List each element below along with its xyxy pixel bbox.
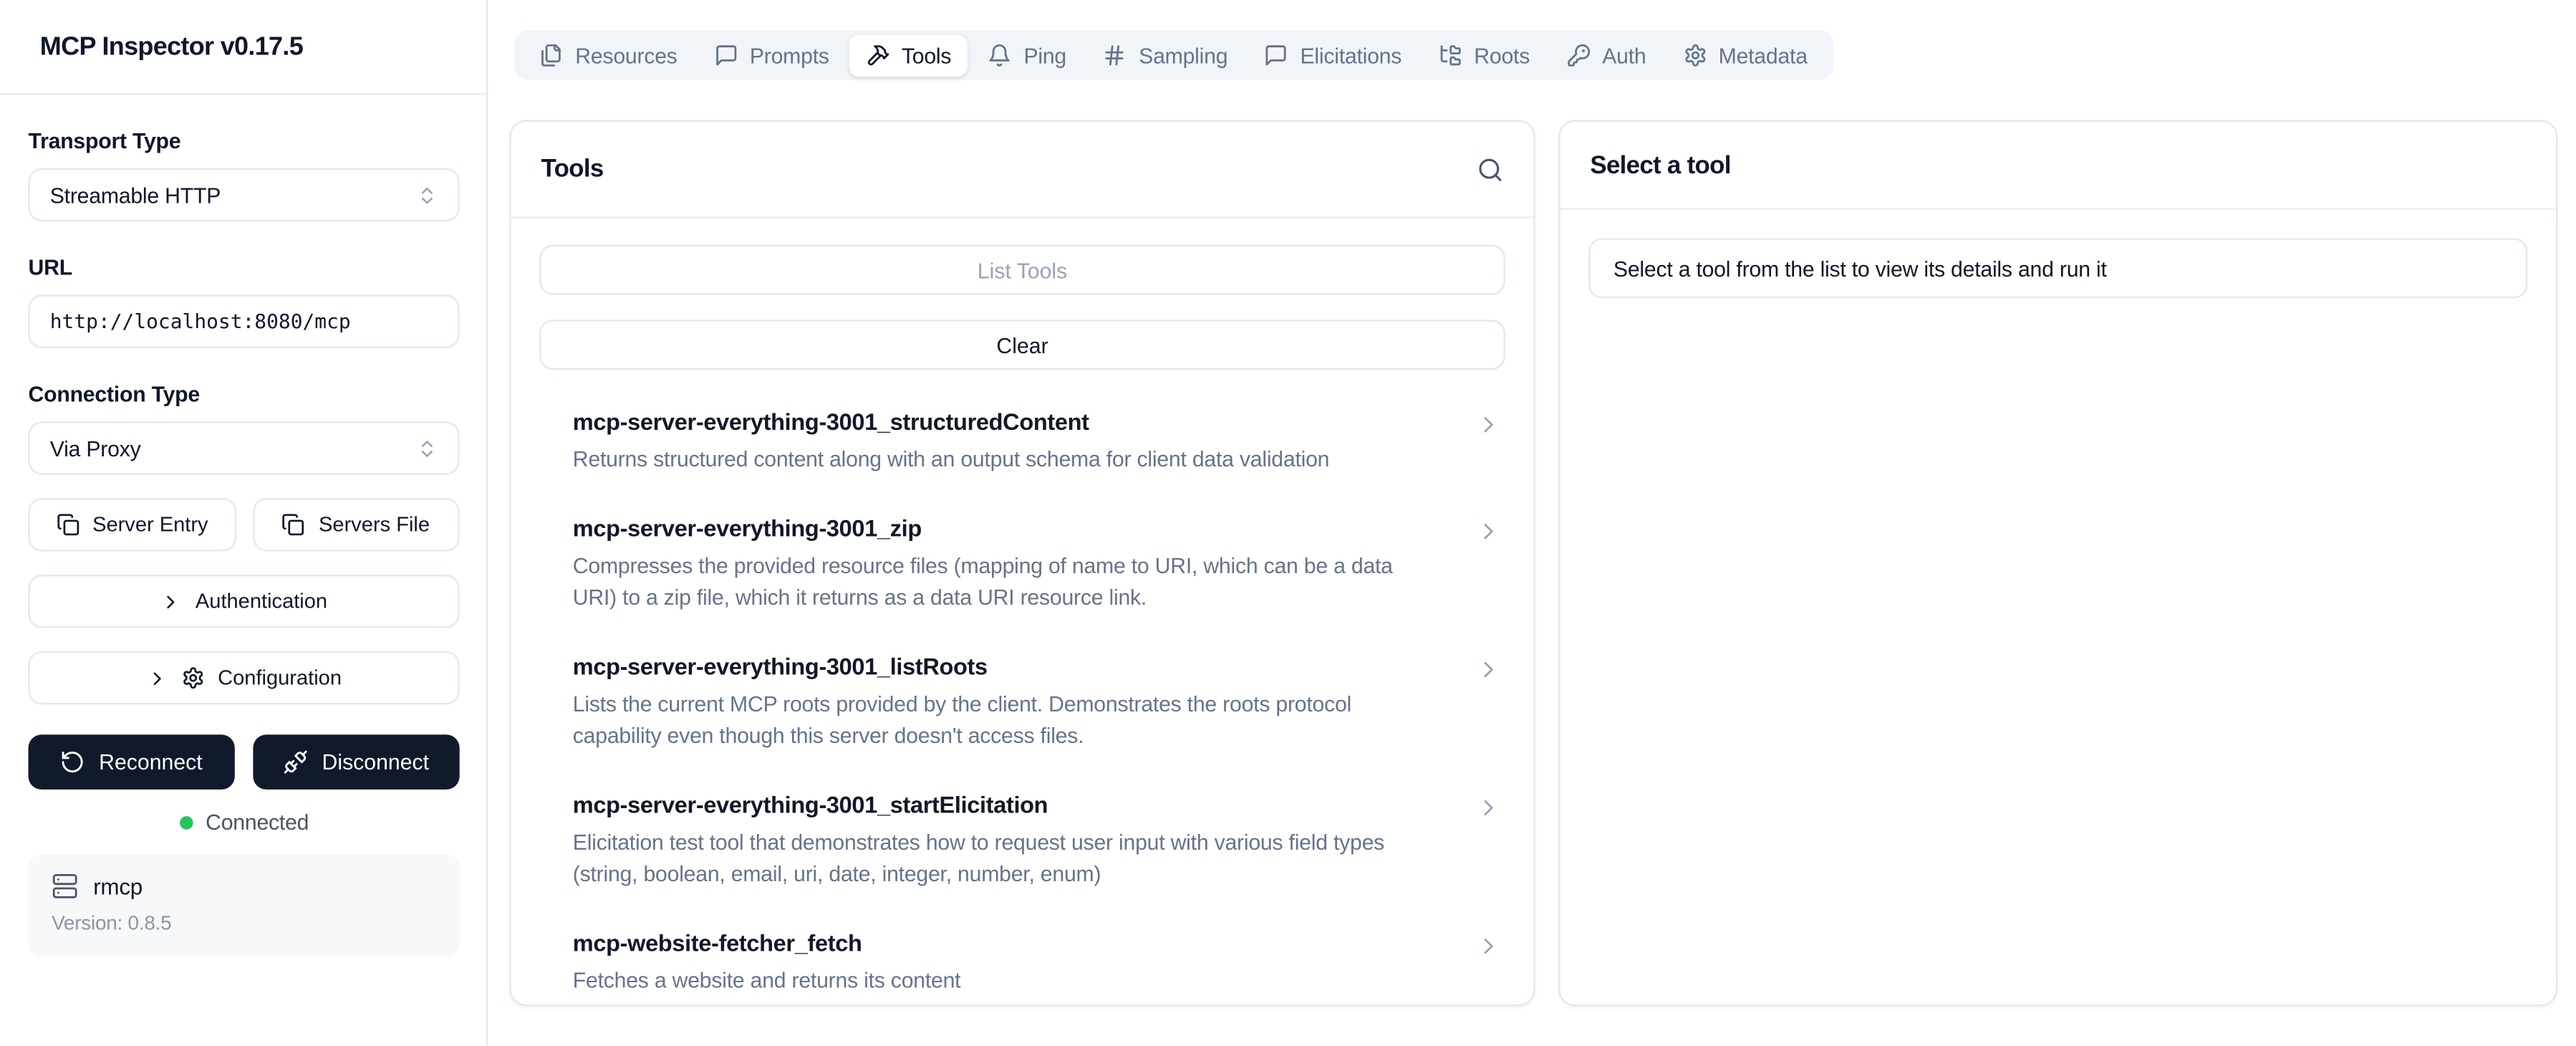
chevron-right-icon [146,667,168,688]
connection-status: Connected [29,810,460,835]
transport-type-label: Transport Type [29,128,460,153]
connection-buttons-row: Reconnect Disconnect [29,734,460,790]
servers-file-button[interactable]: Servers File [252,498,459,551]
app-root: MCP Inspector v0.17.5 Transport Type Str… [0,0,2576,1046]
tab-roots[interactable]: Roots [1422,35,1546,75]
url-label: URL [29,255,460,280]
hash-icon [1103,43,1127,67]
sidebar: MCP Inspector v0.17.5 Transport Type Str… [0,0,488,1046]
server-icon [52,873,78,899]
clear-button[interactable]: Clear [539,320,1505,370]
url-input[interactable] [29,295,460,348]
search-icon[interactable] [1477,155,1503,182]
tab-ping[interactable]: Ping [971,35,1083,75]
chevron-right-icon [1475,933,1502,959]
tab-tools[interactable]: Tools [849,34,968,76]
tab-metadata[interactable]: Metadata [1666,35,1824,75]
app-title: MCP Inspector v0.17.5 [40,34,303,64]
tool-detail-body: Select a tool from the list to view its … [1560,210,2556,327]
tool-name: mcp-server-everything-3001_startElicitat… [573,791,1429,817]
chevron-right-icon [160,590,182,612]
tools-panel-header: Tools [511,122,1534,219]
tab-resources[interactable]: Resources [523,35,694,75]
connection-type-label: Connection Type [29,381,460,406]
tool-name: mcp-server-everything-3001_zip [573,514,1429,541]
tool-list-item[interactable]: mcp-server-everything-3001_listRoots Lis… [573,653,1502,751]
tool-description: Fetches a website and returns its conten… [573,964,961,996]
tab-elicitations[interactable]: Elicitations [1248,35,1418,75]
tool-name: mcp-website-fetcher_fetch [573,929,961,956]
authentication-button[interactable]: Authentication [29,575,460,628]
gear-icon [1683,43,1707,67]
tool-name: mcp-server-everything-3001_structuredCon… [573,408,1329,435]
copy-icon [56,513,79,537]
folder-tree-icon [1438,43,1462,67]
tool-list-item[interactable]: mcp-server-everything-3001_structuredCon… [573,408,1502,475]
message-square-icon [1264,43,1288,67]
server-entry-button[interactable]: Server Entry [29,498,236,551]
tool-list-item[interactable]: mcp-server-everything-3001_startElicitat… [573,791,1502,889]
tool-detail-header: Select a tool [1560,122,2556,210]
chevrons-up-down-icon [416,437,438,459]
unplug-icon [284,749,309,774]
tools-panel: Tools List Tools Clear mcp-server-everyt… [509,120,1535,1006]
rotate-ccw-icon [61,749,86,774]
chevrons-up-down-icon [416,184,438,206]
tool-detail-title: Select a tool [1590,150,1730,179]
chevron-right-icon [1475,656,1502,683]
tool-description: Compresses the provided resource files (… [573,550,1429,613]
status-label: Connected [206,810,309,835]
tools-panel-title: Tools [541,155,604,183]
status-dot [179,815,193,829]
tool-description: Returns structured content along with an… [573,443,1329,474]
tool-description: Elicitation test tool that demonstrates … [573,826,1429,889]
tab-prompts[interactable]: Prompts [698,35,846,75]
tool-name: mcp-server-everything-3001_listRoots [573,653,1429,679]
tool-list-item[interactable]: mcp-server-everything-3001_zip Compresse… [573,514,1502,613]
gear-icon [181,666,205,690]
main-area: Resources Prompts Tools Ping Sampling El… [488,0,2576,1046]
copy-icon [282,513,306,537]
server-info-card: rmcp Version: 0.8.5 [29,855,460,956]
files-icon [539,43,564,67]
list-tools-button[interactable]: List Tools [539,245,1505,295]
tab-auth[interactable]: Auth [1550,35,1663,75]
tool-detail-panel: Select a tool Select a tool from the lis… [1558,120,2557,1006]
hammer-icon [866,43,890,67]
tools-panel-body: List Tools Clear mcp-server-everything-3… [511,219,1534,997]
configuration-button[interactable]: Configuration [29,651,460,704]
disconnect-button[interactable]: Disconnect [253,734,459,790]
empty-state-message: Select a tool from the list to view its … [1588,238,2527,298]
reconnect-button[interactable]: Reconnect [29,734,235,790]
tool-list-item[interactable]: mcp-website-fetcher_fetch Fetches a webs… [573,929,1502,996]
tab-sampling[interactable]: Sampling [1086,35,1245,75]
connection-type-select[interactable]: Via Proxy [29,421,460,474]
message-square-icon [714,43,738,67]
tool-list: mcp-server-everything-3001_structuredCon… [539,408,1505,997]
entry-buttons-row: Server Entry Servers File [29,498,460,551]
sidebar-content: Transport Type Streamable HTTP URL Conne… [29,95,460,956]
server-name: rmcp [93,873,143,898]
transport-type-select[interactable]: Streamable HTTP [29,168,460,221]
server-version: Version: 0.8.5 [52,911,436,935]
tab-bar: Resources Prompts Tools Ping Sampling El… [514,30,1832,80]
key-icon [1566,43,1591,67]
tool-description: Lists the current MCP roots provided by … [573,688,1429,751]
chevron-right-icon [1475,411,1502,438]
bell-icon [988,43,1012,67]
connection-type-value: Via Proxy [50,436,141,461]
chevron-right-icon [1475,795,1502,821]
chevron-right-icon [1475,518,1502,544]
transport-type-value: Streamable HTTP [50,183,221,208]
